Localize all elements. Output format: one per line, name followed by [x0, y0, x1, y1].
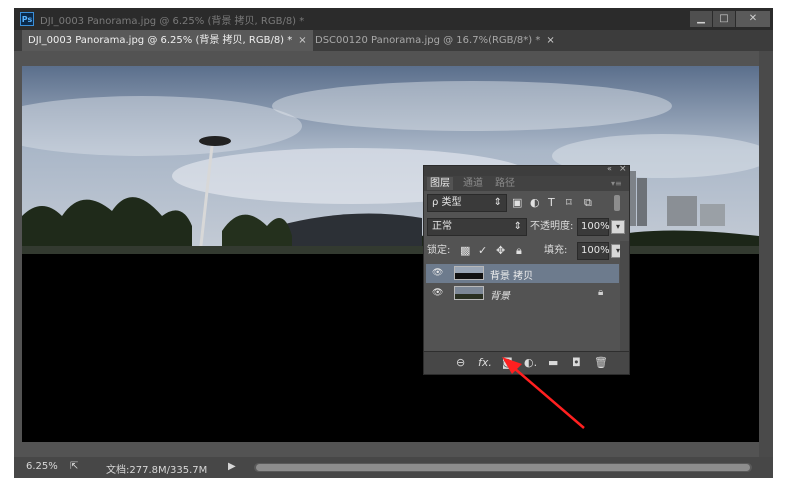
- red-annotation-arrow: [502, 357, 585, 429]
